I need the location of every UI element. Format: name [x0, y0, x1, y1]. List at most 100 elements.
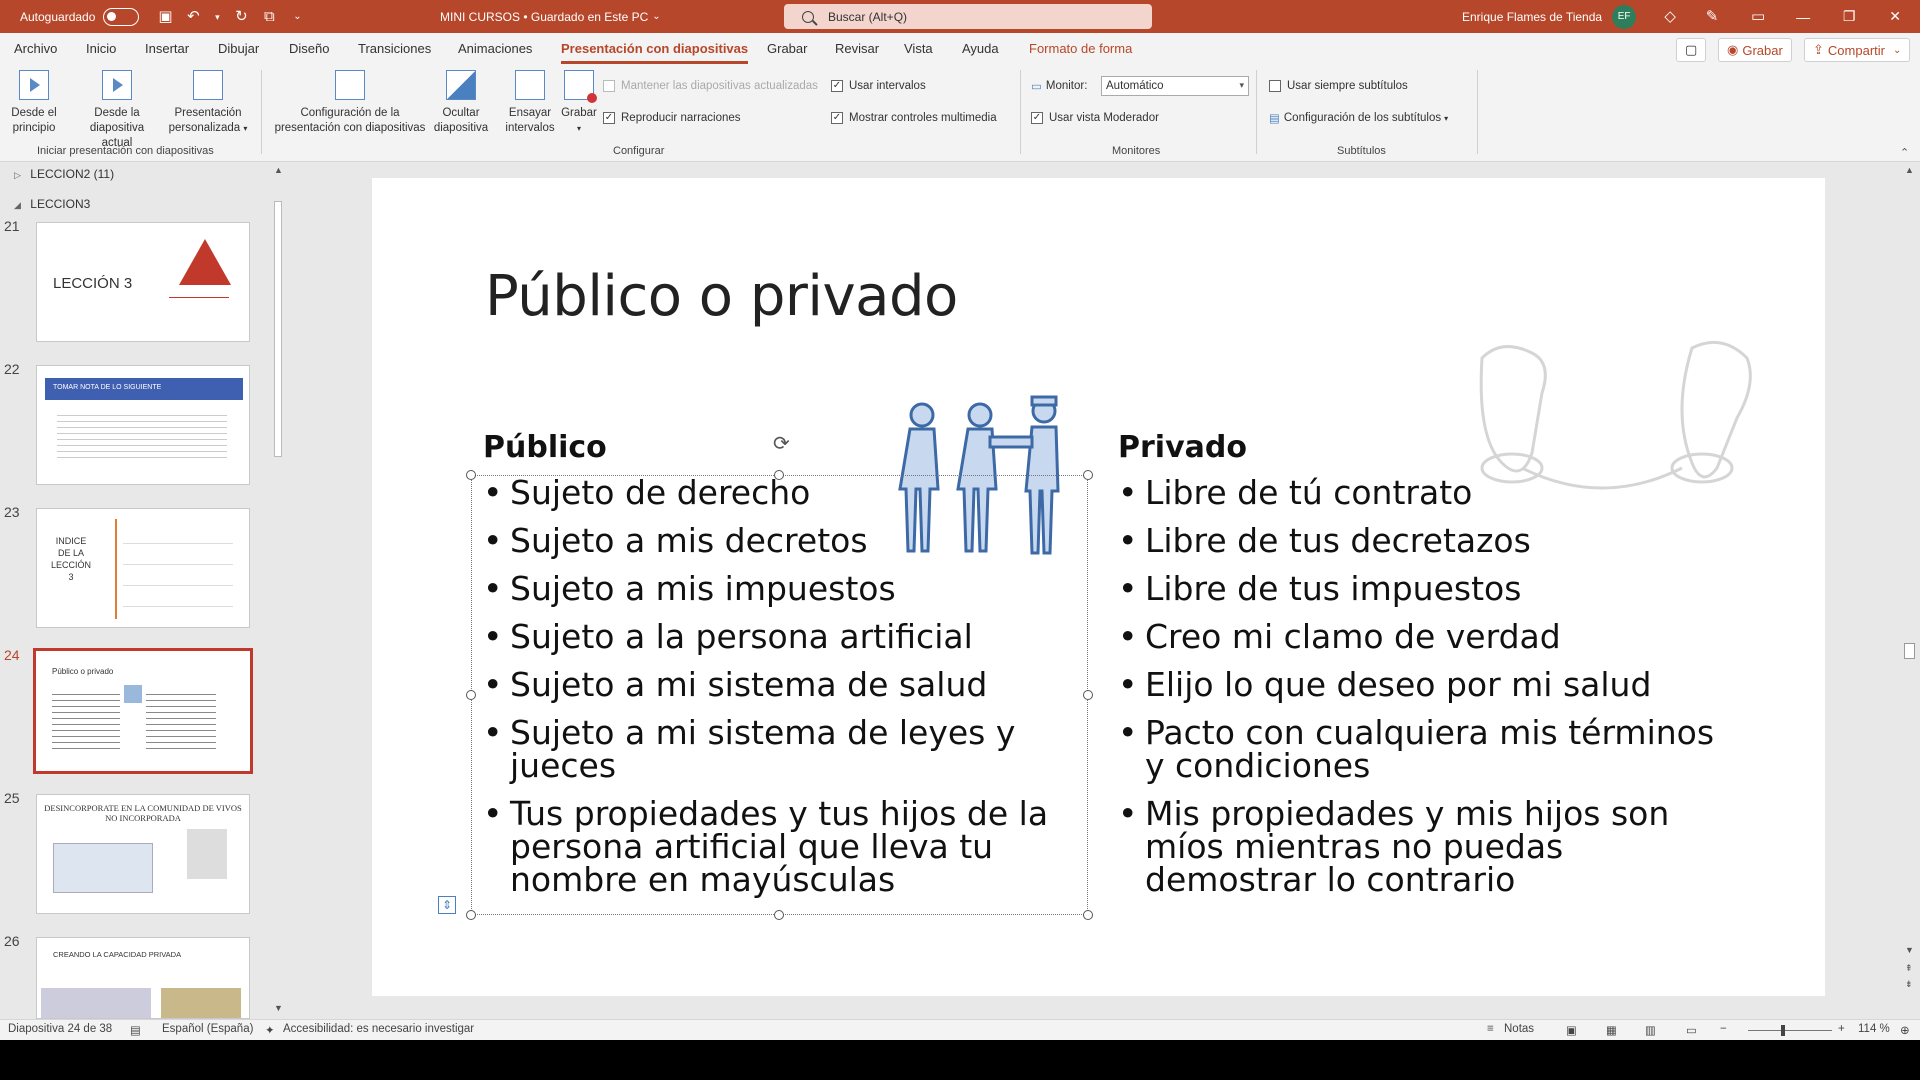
- setup-show-button[interactable]: Configuración de la presentación con dia…: [270, 70, 430, 136]
- section-leccion3[interactable]: ◢ LECCION3: [14, 197, 90, 211]
- rotate-handle-icon[interactable]: ⟳: [773, 431, 790, 456]
- play-narrations-checkbox[interactable]: ✓ Reproducir narraciones: [603, 112, 741, 124]
- resize-handle[interactable]: [1083, 470, 1093, 480]
- slide-sorter-icon[interactable]: ▦: [1606, 1023, 1617, 1037]
- resize-handle[interactable]: [774, 910, 784, 920]
- always-subtitles-checkbox[interactable]: Usar siempre subtítulos: [1269, 80, 1408, 92]
- use-timings-checkbox[interactable]: ✓ Usar intervalos: [831, 80, 926, 92]
- list-item[interactable]: Creo mi clamo de verdad: [1118, 620, 1718, 653]
- section-leccion2[interactable]: ▷ LECCION2 (11): [14, 167, 114, 181]
- hide-slide-button[interactable]: Ocultar diapositiva: [430, 70, 492, 136]
- notes-button[interactable]: Notas: [1504, 1023, 1534, 1035]
- tab-presentacion[interactable]: Presentación con diapositivas: [561, 41, 749, 64]
- record-slide-button[interactable]: Grabar ▾: [558, 70, 600, 136]
- selection-frame[interactable]: [471, 475, 1088, 915]
- monitor-select[interactable]: Automático ▾: [1101, 76, 1249, 96]
- list-item[interactable]: Mis propiedades y mis hijos son míos mie…: [1118, 797, 1718, 896]
- slide-thumbnail-24[interactable]: Público o privado: [33, 648, 253, 774]
- tab-grabar[interactable]: Grabar: [767, 41, 807, 56]
- custom-show-button[interactable]: Presentación personalizada ▾: [166, 70, 250, 136]
- restore-icon[interactable]: ❐: [1826, 8, 1872, 25]
- private-list[interactable]: Libre de tú contrato Libre de tus decret…: [1118, 476, 1718, 911]
- save-icon[interactable]: ▣: [157, 8, 173, 25]
- record-button[interactable]: ◉ Grabar: [1718, 38, 1792, 62]
- diamond-icon[interactable]: ◇: [1662, 8, 1678, 25]
- slide-thumbnail-25[interactable]: DESINCORPORATE EN LA COMUNIDAD DE VIVOS …: [36, 794, 250, 914]
- slide-canvas[interactable]: Público o privado Público Privado • Suje…: [372, 178, 1825, 996]
- list-item[interactable]: Elijo lo que deseo por mi salud: [1118, 668, 1718, 701]
- reading-view-icon[interactable]: ▥: [1645, 1023, 1656, 1037]
- next-slide-icon[interactable]: ⇟: [1905, 979, 1913, 990]
- customize-toolbar-icon[interactable]: ⌄: [289, 9, 305, 25]
- scroll-down-icon[interactable]: ▼: [1905, 945, 1914, 955]
- resize-handle[interactable]: [466, 910, 476, 920]
- slideshow-view-icon[interactable]: ▭: [1686, 1023, 1697, 1037]
- zoom-slider[interactable]: [1748, 1030, 1832, 1031]
- subtitle-settings-button[interactable]: ▤ Configuración de los subtítulos ▾: [1269, 111, 1448, 125]
- slide-thumbnail-21[interactable]: LECCIÓN 3: [36, 222, 250, 342]
- accessibility-icon[interactable]: ✦: [265, 1023, 275, 1037]
- editor-scrollbar[interactable]: ▲ ▼ ⇞ ⇟: [1900, 163, 1918, 1019]
- presenter-view-checkbox[interactable]: ✓ Usar vista Moderador: [1031, 112, 1159, 124]
- undo-icon[interactable]: ↶: [185, 8, 201, 25]
- avatar[interactable]: EF: [1612, 4, 1637, 29]
- autofit-options-icon[interactable]: ⇕: [438, 896, 456, 914]
- tab-revisar[interactable]: Revisar: [835, 41, 879, 56]
- resize-handle[interactable]: [1083, 910, 1093, 920]
- tab-inicio[interactable]: Inicio: [86, 41, 116, 56]
- fit-slide-icon[interactable]: ⊕: [1900, 1023, 1910, 1037]
- undo-dropdown-icon[interactable]: ▾: [213, 9, 221, 25]
- resize-handle[interactable]: [466, 470, 476, 480]
- list-item[interactable]: Libre de tus decretazos: [1118, 524, 1718, 557]
- ribbon-display-icon[interactable]: ▭: [1750, 8, 1766, 25]
- slide-thumbnail-22[interactable]: TOMAR NOTA DE LO SIGUIENTE: [36, 365, 250, 485]
- comments-button[interactable]: ▢: [1676, 38, 1706, 62]
- close-icon[interactable]: ✕: [1872, 8, 1918, 25]
- tab-animaciones[interactable]: Animaciones: [458, 41, 532, 56]
- from-start-button[interactable]: Desde el principio: [8, 70, 60, 136]
- tab-formato-forma[interactable]: Formato de forma: [1029, 41, 1132, 56]
- slide-title[interactable]: Público o privado: [485, 264, 958, 329]
- tab-vista[interactable]: Vista: [904, 41, 933, 56]
- zoom-level[interactable]: 114 %: [1858, 1023, 1890, 1035]
- scrollbar-thumb[interactable]: [1904, 643, 1915, 659]
- tab-ayuda[interactable]: Ayuda: [962, 41, 999, 56]
- language-label[interactable]: Español (España): [162, 1023, 253, 1035]
- public-heading[interactable]: Público: [483, 430, 607, 465]
- share-button[interactable]: ⇪ Compartir ⌄: [1804, 38, 1911, 62]
- present-icon[interactable]: ⧉: [261, 8, 277, 25]
- media-controls-checkbox[interactable]: ✓ Mostrar controles multimedia: [831, 112, 997, 124]
- resize-handle[interactable]: [466, 690, 476, 700]
- user-name[interactable]: Enrique Flames de Tienda: [1462, 10, 1602, 24]
- accessibility-status[interactable]: Accesibilidad: es necesario investigar: [283, 1023, 474, 1035]
- scroll-up-icon[interactable]: ▲: [274, 165, 283, 175]
- minimize-icon[interactable]: —: [1780, 9, 1826, 25]
- previous-slide-icon[interactable]: ⇞: [1905, 963, 1913, 974]
- zoom-in-icon[interactable]: +: [1838, 1023, 1845, 1035]
- chevron-down-icon[interactable]: ⌄: [652, 11, 660, 22]
- slide-thumbnail-23[interactable]: INDICE DE LA LECCIÓN 3: [36, 508, 250, 628]
- normal-view-icon[interactable]: ▣: [1566, 1023, 1577, 1037]
- scrollbar-thumb[interactable]: [274, 201, 282, 457]
- list-item[interactable]: Libre de tú contrato: [1118, 476, 1718, 509]
- document-title[interactable]: MINI CURSOS • Guardado en Este PC: [440, 10, 648, 24]
- redo-icon[interactable]: ↻: [233, 8, 249, 25]
- list-item[interactable]: Libre de tus impuestos: [1118, 572, 1718, 605]
- tab-dibujar[interactable]: Dibujar: [218, 41, 259, 56]
- collapse-ribbon-icon[interactable]: ⌃: [1900, 146, 1909, 159]
- scroll-down-icon[interactable]: ▼: [274, 1003, 283, 1013]
- from-current-button[interactable]: Desde la diapositiva actual: [74, 70, 160, 151]
- rehearse-button[interactable]: Ensayar intervalos: [499, 70, 561, 136]
- zoom-slider-thumb[interactable]: [1781, 1025, 1785, 1036]
- private-heading[interactable]: Privado: [1118, 430, 1247, 465]
- spellcheck-icon[interactable]: ▤: [130, 1023, 141, 1037]
- list-item[interactable]: Pacto con cualquiera mis términos y cond…: [1118, 716, 1718, 782]
- tab-diseno[interactable]: Diseño: [289, 41, 329, 56]
- resize-handle[interactable]: [1083, 690, 1093, 700]
- thumbnail-scrollbar[interactable]: ▲ ▼: [272, 163, 284, 1019]
- pen-icon[interactable]: ✎: [1704, 8, 1720, 25]
- slide-thumbnail-26[interactable]: CREANDO LA CAPACIDAD PRIVADA: [36, 937, 250, 1019]
- tab-insertar[interactable]: Insertar: [145, 41, 189, 56]
- scroll-up-icon[interactable]: ▲: [1905, 165, 1914, 175]
- search-box[interactable]: Buscar (Alt+Q): [784, 4, 1152, 29]
